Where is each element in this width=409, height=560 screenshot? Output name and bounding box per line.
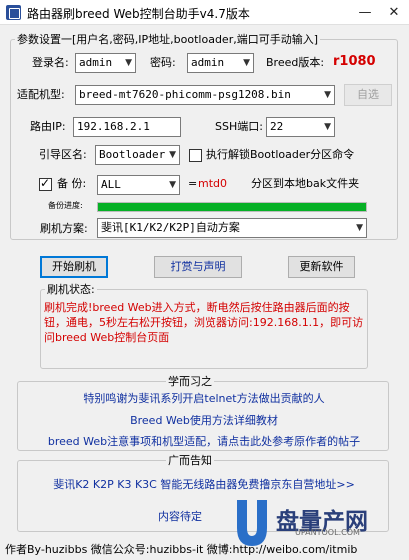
backup-note: 分区到本地bak文件夹 — [251, 177, 360, 190]
chevron-down-icon: ▼ — [169, 180, 176, 190]
start-flash-button[interactable]: 开始刷机 — [40, 256, 108, 278]
progress-fill — [98, 203, 366, 211]
login-label: 登录名: — [32, 56, 69, 69]
watermark-logo-icon — [237, 500, 267, 546]
donate-button[interactable]: 打赏与声明 — [154, 256, 242, 278]
backup-combo[interactable]: ALL ▼ — [97, 175, 180, 195]
password-combo[interactable]: admin ▼ — [187, 53, 254, 73]
password-value: admin — [191, 56, 225, 69]
chevron-down-icon: ▼ — [169, 150, 176, 160]
boot-partition-combo[interactable]: Bootloader ▼ — [95, 145, 180, 165]
breed-version-label: Breed版本: — [266, 56, 325, 69]
ssh-port-combo[interactable]: 22 ▼ — [266, 117, 335, 137]
ads-legend: 广而告知 — [168, 454, 212, 467]
app-icon — [6, 5, 21, 20]
flash-scheme-combo[interactable]: 斐讯[K1/K2/K2P]自动方案 ▼ — [97, 218, 367, 238]
unlock-label: 执行解锁Bootloader分区命令 — [206, 148, 355, 161]
watermark-url: UPANTOOL.COM — [295, 528, 360, 537]
flash-scheme-value: 斐讯[K1/K2/K2P]自动方案 — [101, 221, 240, 234]
ssh-port-value: 22 — [270, 120, 284, 133]
password-label: 密码: — [150, 56, 176, 69]
login-value: admin — [79, 56, 113, 69]
backup-value: ALL — [101, 178, 121, 191]
backup-target: mtd0 — [198, 177, 228, 190]
model-value: breed-mt7620-phicomm-psg1208.bin — [79, 88, 291, 101]
learn-legend: 学而习之 — [168, 375, 212, 388]
breed-version-value: r1080 — [333, 54, 376, 69]
ssh-port-label: SSH端口: — [215, 120, 263, 133]
status-box: 刷机完成!breed Web进入方式，断电然后按住路由器后面的按钮，通电，5秒左… — [44, 300, 364, 368]
ip-label: 路由IP: — [30, 120, 66, 133]
login-combo[interactable]: admin ▼ — [75, 53, 136, 73]
status-legend: 刷机状态: — [47, 283, 95, 296]
close-button[interactable]: ✕ — [379, 0, 409, 25]
progress-label: 备份进度: — [48, 201, 83, 210]
flash-scheme-label: 刷机方案: — [40, 222, 88, 235]
chevron-down-icon: ▼ — [356, 223, 363, 233]
chevron-down-icon: ▼ — [324, 122, 331, 132]
footer-text: 作者By-huzibbs 微信公众号:huzibbs-it 微博:http://… — [5, 543, 358, 556]
status-text: 刷机完成!breed Web进入方式，断电然后按住路由器后面的按钮，通电，5秒左… — [44, 301, 364, 344]
model-combo[interactable]: breed-mt7620-phicomm-psg1208.bin ▼ — [75, 85, 335, 105]
ip-input[interactable]: 192.168.2.1 — [73, 117, 181, 137]
checkmark-icon: ✓ — [40, 176, 51, 190]
update-button[interactable]: 更新软件 — [288, 256, 355, 278]
backup-progress-bar — [97, 202, 367, 212]
minimize-button[interactable]: — — [350, 0, 380, 25]
notes-link[interactable]: breed Web注意事项和机型适配，请点击此处参考原作者的帖子 — [34, 433, 374, 449]
backup-eq: = — [188, 177, 198, 190]
thanks-link[interactable]: 特别鸣谢为斐讯系列开启telnet方法做出贡献的人 — [34, 390, 374, 406]
boot-partition-label: 引导区名: — [39, 148, 87, 161]
chevron-down-icon: ▼ — [324, 90, 331, 100]
tutorial-link[interactable]: Breed Web使用方法详细教材 — [34, 412, 374, 428]
chevron-down-icon: ▼ — [125, 58, 132, 68]
boot-partition-value: Bootloader — [99, 148, 166, 161]
pending-label: 内容待定 — [158, 510, 202, 523]
backup-label: 备 份: — [57, 177, 87, 190]
window-title: 路由器刷breed Web控制台助手v4.7版本 — [27, 7, 250, 21]
model-label: 适配机型: — [17, 88, 65, 101]
jd-link[interactable]: 斐讯K2 K2P K3 K3C 智能无线路由器免费撸京东自营地址>> — [34, 476, 374, 492]
title-bar: 路由器刷breed Web控制台助手v4.7版本 — ✕ — [0, 0, 409, 25]
params-legend: 参数设置一[用户名,密码,IP地址,bootloader,端口可手动输入] — [17, 33, 318, 46]
chevron-down-icon: ▼ — [243, 58, 250, 68]
unlock-checkbox[interactable] — [189, 149, 202, 162]
backup-checkbox[interactable]: ✓ — [39, 176, 52, 191]
auto-select-button[interactable]: 自选 — [344, 84, 392, 106]
